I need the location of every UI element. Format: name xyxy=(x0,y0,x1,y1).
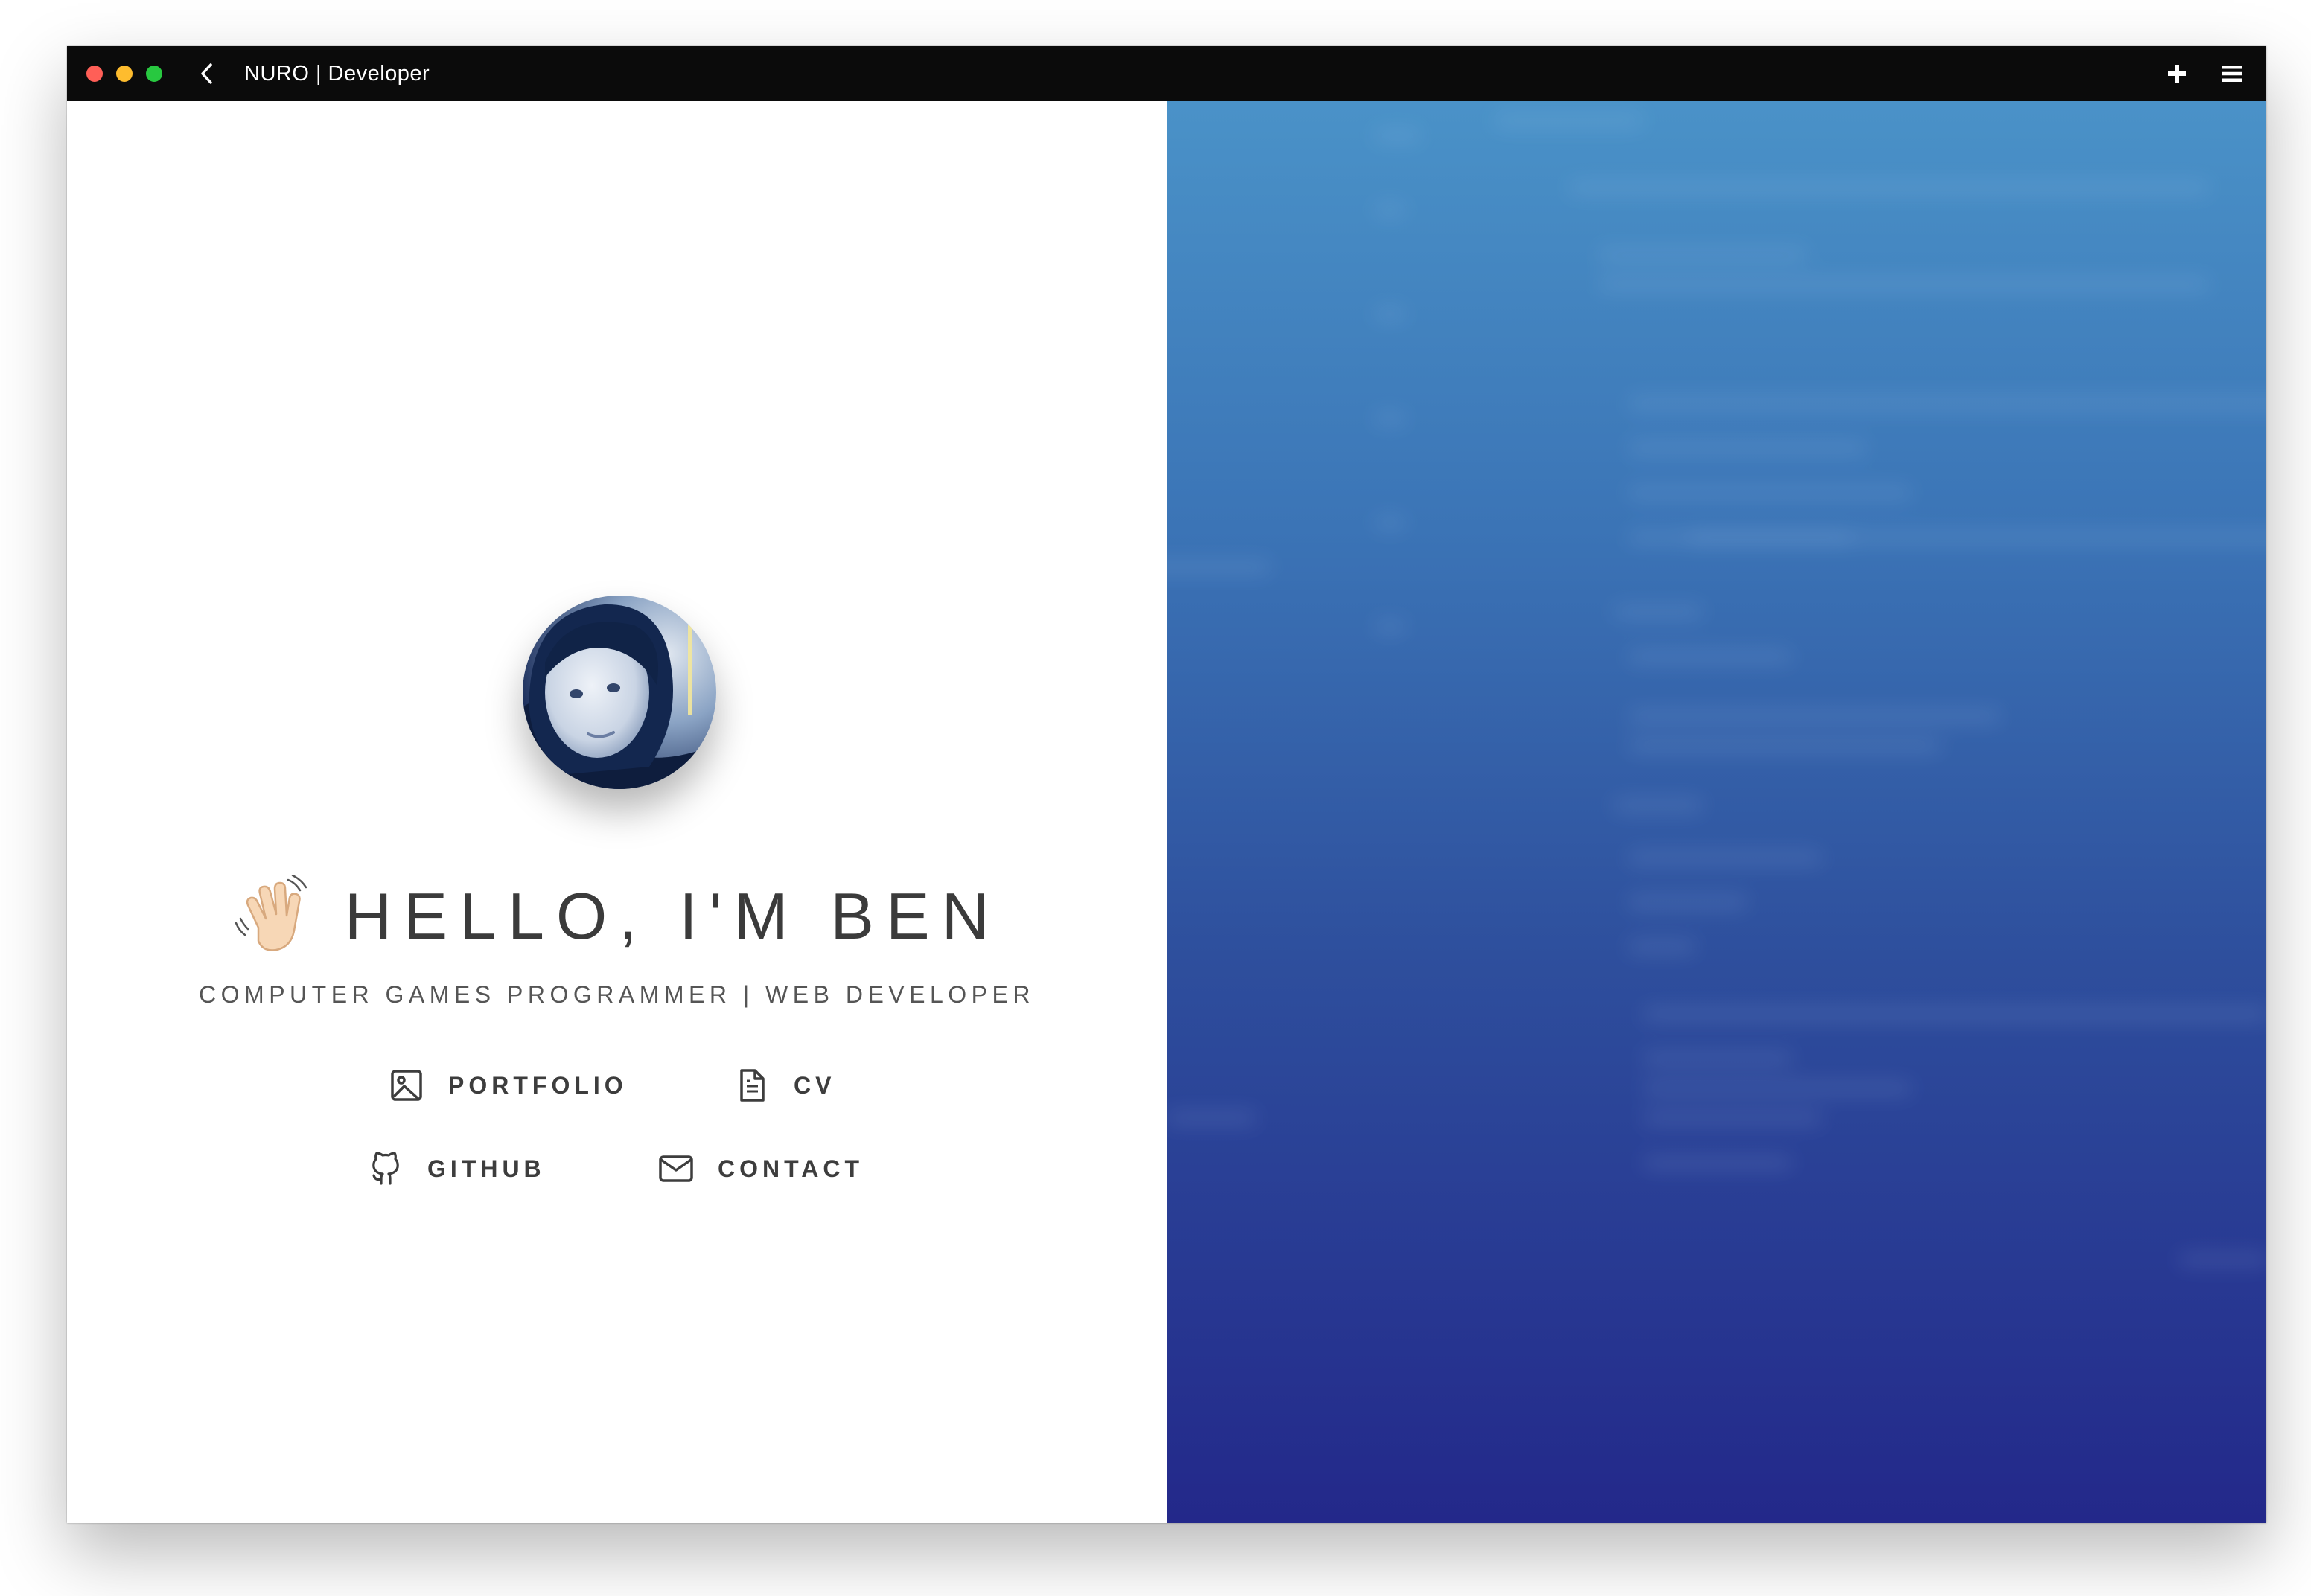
hamburger-menu-icon xyxy=(2222,66,2242,82)
maximize-window-button[interactable] xyxy=(146,66,162,82)
chevron-left-icon xyxy=(201,63,212,84)
page-title: NURO | Developer xyxy=(244,61,430,86)
blurred-code-background xyxy=(1167,101,2266,1523)
minimize-window-button[interactable] xyxy=(116,66,133,82)
page-content: HELLO, I'M BEN COMPUTER GAMES PROGRAMMER… xyxy=(67,101,2266,1523)
waving-hand-icon xyxy=(235,875,307,951)
headline-text: HELLO, I'M BEN xyxy=(344,879,1001,953)
contact-link[interactable]: CONTACT xyxy=(658,1151,864,1187)
menu-button[interactable] xyxy=(2217,59,2247,89)
avatar xyxy=(523,596,716,789)
title-bar: NURO | Developer xyxy=(67,46,2266,101)
close-window-button[interactable] xyxy=(86,66,103,82)
background-code-panel xyxy=(1167,101,2266,1523)
profile-photo xyxy=(523,596,716,789)
headline: HELLO, I'M BEN xyxy=(67,875,1167,957)
mail-icon xyxy=(658,1151,694,1187)
portfolio-link[interactable]: PORTFOLIO xyxy=(389,1067,628,1103)
title-bar-actions xyxy=(2137,46,2247,101)
contact-link-label: CONTACT xyxy=(718,1155,864,1182)
cv-link-label: CV xyxy=(794,1071,836,1099)
document-icon xyxy=(734,1067,770,1103)
back-button[interactable] xyxy=(192,59,222,89)
browser-window: NURO | Developer HELLO, I'M BEN COMPUTER… xyxy=(67,46,2266,1523)
intro-panel: HELLO, I'M BEN COMPUTER GAMES PROGRAMMER… xyxy=(67,101,1167,1523)
portfolio-link-label: PORTFOLIO xyxy=(448,1071,628,1099)
subtitle: COMPUTER GAMES PROGRAMMER | WEB DEVELOPE… xyxy=(199,981,1035,1008)
github-link-label: GITHUB xyxy=(427,1155,546,1182)
new-tab-button[interactable] xyxy=(2162,59,2192,89)
window-controls xyxy=(86,66,176,82)
github-icon xyxy=(368,1151,404,1187)
plus-icon xyxy=(2168,65,2186,83)
image-icon xyxy=(389,1067,424,1103)
cv-link[interactable]: CV xyxy=(734,1067,835,1103)
github-link[interactable]: GITHUB xyxy=(368,1151,546,1187)
